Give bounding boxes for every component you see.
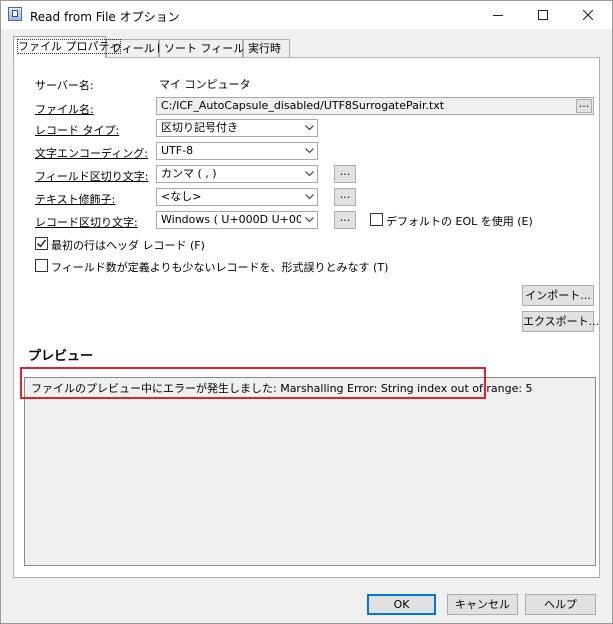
text-qualifier-label: テキスト修飾子: (35, 193, 116, 206)
record-delimiter-value: Windows ( U+000D U+000A ) (161, 213, 318, 226)
encoding-select[interactable]: UTF-8 (156, 142, 318, 160)
field-delimiter-more-button[interactable]: ... (334, 165, 356, 183)
tab-label: ソート フィールド (164, 42, 256, 55)
server-label: サーバー名: (35, 79, 94, 92)
browse-label: ... (578, 97, 590, 110)
dialog-window: Read from File オプション ファイル プロパティ フィールド ソー… (0, 0, 613, 624)
minimize-button[interactable] (475, 1, 520, 29)
record-type-value: 区切り記号付き (161, 121, 238, 134)
help-label: ヘルプ (544, 598, 577, 611)
server-value: マイ コンピュータ (159, 78, 251, 91)
chevron-down-icon (301, 166, 317, 182)
tab-runtime[interactable]: 実行時 (243, 39, 290, 57)
cancel-button[interactable]: キャンセル (447, 594, 518, 615)
record-delimiter-label: レコード区切り文字: (35, 216, 138, 229)
checkmark-icon (37, 239, 46, 248)
tab-label: ファイル プロパティ (17, 39, 121, 54)
text-qualifier-value: <なし> (161, 190, 202, 203)
window-title: Read from File オプション (30, 10, 180, 24)
text-qualifier-more-button[interactable]: ... (334, 188, 356, 206)
browse-label: ... (339, 165, 351, 178)
filename-value: C:/ICF_AutoCapsule_disabled/UTF8Surrogat… (161, 99, 445, 112)
record-delimiter-more-button[interactable]: ... (334, 211, 356, 229)
encoding-label: 文字エンコーディング: (35, 147, 148, 160)
text-qualifier-select[interactable]: <なし> (156, 188, 318, 206)
filename-label: ファイル名: (35, 103, 94, 116)
record-type-select[interactable]: 区切り記号付き (156, 119, 318, 137)
ok-button[interactable]: OK (367, 594, 436, 615)
chevron-down-icon (301, 189, 317, 205)
maximize-icon (537, 10, 548, 20)
filename-browse-button[interactable]: ... (576, 97, 592, 113)
close-button[interactable] (565, 1, 610, 29)
browse-label: ... (339, 188, 351, 201)
first-row-header-label[interactable]: 最初の行はヘッダ レコード (F) (51, 237, 205, 253)
chevron-down-icon (301, 143, 317, 159)
preview-area[interactable]: ファイルのプレビュー中にエラーが発生しました: Marshalling Erro… (24, 377, 596, 566)
first-row-header-checkbox[interactable] (35, 237, 48, 250)
error-highlight-box (20, 367, 486, 399)
import-button[interactable]: インポート... (522, 285, 594, 306)
tab-sort-fields[interactable]: ソート フィールド (159, 39, 255, 57)
browse-label: ... (339, 211, 351, 224)
ok-label: OK (393, 598, 410, 611)
field-delimiter-label: フィールド区切り文字: (35, 170, 149, 183)
filename-field[interactable]: C:/ICF_AutoCapsule_disabled/UTF8Surrogat… (156, 97, 594, 115)
app-icon (8, 7, 22, 21)
tab-file-properties[interactable]: ファイル プロパティ (13, 36, 121, 58)
tab-label: 実行時 (248, 42, 281, 55)
help-button[interactable]: ヘルプ (525, 594, 596, 615)
default-eol-checkbox[interactable] (370, 213, 383, 226)
encoding-value: UTF-8 (161, 144, 194, 157)
close-icon (582, 10, 593, 20)
title-bar[interactable]: Read from File オプション (1, 1, 612, 29)
minimize-icon (492, 15, 503, 16)
maximize-button[interactable] (520, 1, 565, 29)
export-button[interactable]: エクスポート... (522, 311, 599, 332)
field-delimiter-select[interactable]: カンマ ( , ) (156, 165, 318, 183)
fewer-fields-label[interactable]: フィールド数が定義よりも少ないレコードを、形式誤りとみなす (T) (51, 259, 388, 275)
cancel-label: キャンセル (455, 598, 510, 611)
record-delimiter-select[interactable]: Windows ( U+000D U+000A ) (156, 211, 318, 229)
chevron-down-icon (301, 120, 317, 136)
import-label: インポート... (525, 289, 591, 302)
export-label: エクスポート... (523, 315, 600, 328)
field-delimiter-value: カンマ ( , ) (161, 167, 217, 180)
chevron-down-icon (301, 212, 317, 228)
fewer-fields-checkbox[interactable] (35, 259, 48, 272)
record-type-label: レコード タイプ: (35, 124, 120, 137)
default-eol-label[interactable]: デフォルトの EOL を使用 (E) (386, 213, 533, 229)
preview-heading: プレビュー (28, 349, 94, 364)
